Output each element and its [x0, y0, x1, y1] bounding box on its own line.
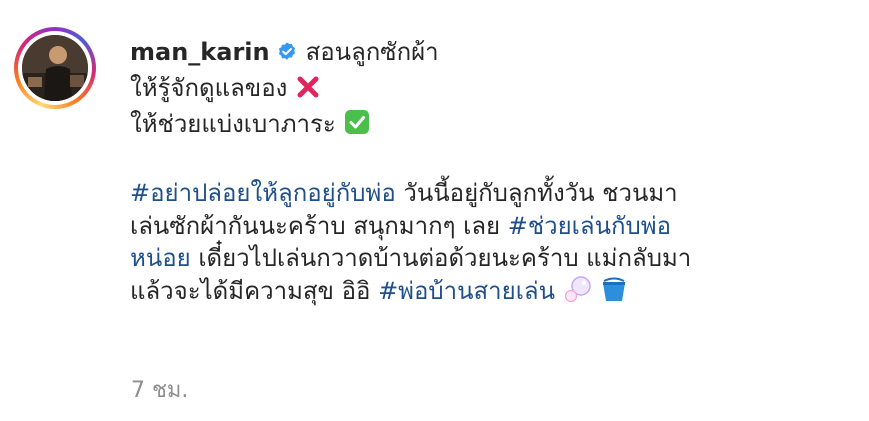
timestamp[interactable]: 7 ชม. — [131, 372, 188, 407]
avatar-ring[interactable] — [14, 27, 96, 109]
hashtag-link[interactable]: #อย่าปล่อยให้ลูกอยู่กับพ่อ — [130, 179, 396, 207]
paragraph-text: แล้วจะได้มีความสุข อิอิ — [130, 276, 379, 305]
paragraph-line-4: แล้วจะได้มีความสุข อิอิ #พ่อบ้านสายเล่น — [130, 275, 850, 312]
check-mark-emoji — [343, 108, 371, 145]
caption: man_karin สอนลูกซักผ้า ให้รู้จักดูแลของ … — [130, 36, 850, 311]
bucket-emoji — [600, 275, 628, 312]
paragraph-text: เล่นซักผ้ากันนะคร้าบ สนุกมากๆ เลย — [130, 211, 508, 240]
hashtag-link-continued[interactable]: หน่อย — [130, 244, 191, 272]
caption-line-3: ให้ช่วยแบ่งเบาภาระ — [130, 110, 336, 138]
caption-line-2-row: ให้รู้จักดูแลของ — [130, 72, 850, 109]
hashtag-link[interactable]: #ช่วยเล่นกับพ่อ — [508, 212, 671, 240]
caption-header-line: man_karin สอนลูกซักผ้า — [130, 36, 850, 72]
paragraph-text: วันนี้อยู่กับลูกทั้งวัน ชวนมา — [395, 179, 678, 207]
avatar[interactable] — [22, 35, 88, 101]
verified-badge-icon — [276, 39, 298, 72]
avatar-photo — [22, 35, 88, 101]
cross-mark-emoji — [295, 74, 321, 109]
hashtag-link[interactable]: #พ่อบ้านสายเล่น — [378, 277, 555, 305]
paragraph-line-2: เล่นซักผ้ากันนะคร้าบ สนุกมากๆ เลย #ช่วยเ… — [130, 210, 850, 243]
username-link[interactable]: man_karin — [130, 38, 270, 66]
caption-line-1: สอนลูกซักผ้า — [305, 38, 439, 66]
caption-line-2: ให้รู้จักดูแลของ — [130, 73, 288, 102]
paragraph-line-1: #อย่าปล่อยให้ลูกอยู่กับพ่อ วันนี้อยู่กับ… — [130, 177, 850, 210]
avatar-border — [18, 31, 92, 105]
paragraph-line-3: หน่อย เดี๋ยวไปเล่นกวาดบ้านต่อด้วยนะคร้าบ… — [130, 242, 850, 275]
caption-line-3-row: ให้ช่วยแบ่งเบาภาระ — [130, 108, 850, 145]
paragraph-text: เดี๋ยวไปเล่นกวาดบ้านต่อด้วยนะคร้าบ แม่กล… — [190, 244, 692, 272]
bubbles-emoji — [563, 275, 593, 312]
